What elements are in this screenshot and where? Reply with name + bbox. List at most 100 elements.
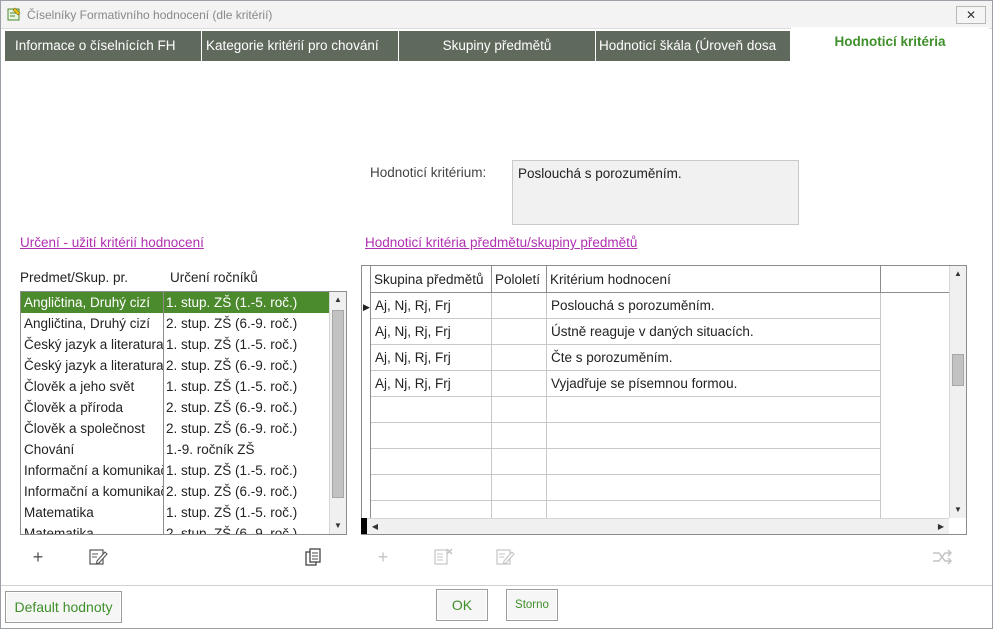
scroll-thumb[interactable] <box>952 354 964 386</box>
table-row-empty <box>371 423 881 449</box>
list-item-grades: 1. stup. ZŠ (1.-5. roč.) <box>166 295 298 310</box>
usage-list[interactable]: Angličtina, Druhý cizí 1. stup. ZŠ (1.-5… <box>20 291 347 535</box>
grid-horizontal-scrollbar[interactable]: ◀ ▶ <box>367 518 949 534</box>
list-item-subject: Chování <box>24 442 75 457</box>
list-item[interactable]: Matematika 1. stup. ZŠ (1.-5. roč.) <box>21 502 329 523</box>
table-row-empty <box>371 449 881 475</box>
ok-button[interactable]: OK <box>436 589 488 621</box>
cell-semester[interactable] <box>492 371 547 397</box>
criteria-grid[interactable]: Skupina předmětů Pololetí Kritérium hodn… <box>361 265 967 535</box>
list-item-subject: Člověk a příroda <box>24 400 124 415</box>
list-item-grades: 2. stup. ZŠ (6.-9. roč.) <box>166 316 298 331</box>
grid-corner-marker <box>361 518 367 534</box>
cell-criterion[interactable]: Vyjadřuje se písemnou formou. <box>547 371 881 397</box>
edit-icon[interactable] <box>494 546 516 568</box>
column-header-subject-group[interactable]: Skupina předmětů <box>371 266 492 293</box>
tab-rating-criteria[interactable]: Hodnoticí kritéria <box>791 27 989 57</box>
cell-semester[interactable] <box>492 319 547 345</box>
list-item-grades: 2. stup. ZŠ (6.-9. roč.) <box>166 421 298 436</box>
delete-record-icon[interactable] <box>432 546 454 568</box>
list-item-grades: 1. stup. ZŠ (1.-5. roč.) <box>166 337 298 352</box>
tab-label: Informace o číselnících FH <box>15 38 176 53</box>
cell-subject-group[interactable]: Aj, Nj, Rj, Frj <box>371 319 492 345</box>
list-item[interactable]: Informační a komunikační 2. stup. ZŠ (6.… <box>21 481 329 502</box>
table-row[interactable]: Aj, Nj, Rj, Frj Vyjadřuje se písemnou fo… <box>371 371 881 397</box>
tab-label: Kategorie kritérií pro chování <box>206 38 379 53</box>
list-item-subject: Angličtina, Druhý cizí <box>24 295 151 310</box>
add-icon[interactable]: + <box>27 546 49 568</box>
tab-strip: Informace o číselnících FH Kategorie kri… <box>5 27 989 61</box>
list-item[interactable]: Chování 1.-9. ročník ZŠ <box>21 439 329 460</box>
list-item-subject: Angličtina, Druhý cizí <box>24 316 151 331</box>
cell-semester[interactable] <box>492 293 547 319</box>
cell-semester[interactable] <box>492 345 547 371</box>
cell-subject-group[interactable]: Aj, Nj, Rj, Frj <box>371 293 492 319</box>
list-item-subject: Informační a komunikační <box>24 463 164 478</box>
empty-cell <box>547 397 881 423</box>
list-item-grades: 2. stup. ZŠ (6.-9. roč.) <box>166 400 298 415</box>
scroll-thumb[interactable] <box>332 310 344 498</box>
empty-cell <box>492 449 547 475</box>
main-window: Číselníky Formativního hodnocení (dle kr… <box>0 0 993 629</box>
column-header-empty <box>881 266 951 293</box>
cancel-button[interactable]: Storno <box>506 589 558 621</box>
criterion-field[interactable]: Poslouchá s porozuměním. <box>512 160 799 225</box>
add-icon[interactable]: + <box>372 546 394 568</box>
list-item[interactable]: Informační a komunikační 1. stup. ZŠ (1.… <box>21 460 329 481</box>
table-row[interactable]: Aj, Nj, Rj, Frj Poslouchá s porozuměním. <box>371 293 881 319</box>
edit-icon[interactable] <box>87 546 109 568</box>
footer-separator <box>1 585 992 586</box>
cell-subject-group[interactable]: Aj, Nj, Rj, Frj <box>371 345 492 371</box>
column-header-criterion[interactable]: Kritérium hodnocení <box>547 266 881 293</box>
list-item[interactable]: Člověk a jeho svět 1. stup. ZŠ (1.-5. ro… <box>21 376 329 397</box>
scroll-up-arrow-icon[interactable]: ▲ <box>950 266 966 282</box>
cell-criterion[interactable]: Čte s porozuměním. <box>547 345 881 371</box>
table-row-empty <box>371 397 881 423</box>
shuffle-icon[interactable] <box>931 546 953 568</box>
column-divider <box>163 292 164 534</box>
list-item[interactable]: Český jazyk a literatura 1. stup. ZŠ (1.… <box>21 334 329 355</box>
default-values-button[interactable]: Default hodnoty <box>5 591 122 623</box>
column-header-semester[interactable]: Pololetí <box>492 266 547 293</box>
list-item[interactable]: Český jazyk a literatura 2. stup. ZŠ (6.… <box>21 355 329 376</box>
tab-behavior-categories[interactable]: Kategorie kritérií pro chování <box>202 31 398 61</box>
close-button[interactable]: ✕ <box>956 6 986 24</box>
empty-cell <box>371 397 492 423</box>
empty-cell <box>371 449 492 475</box>
tab-rating-scale[interactable]: Hodnoticí škála (Úroveň dosa <box>596 31 790 61</box>
empty-cell <box>547 449 881 475</box>
list-item[interactable]: Matematika 2. stup. ZŠ (6.-9. roč.) <box>21 523 329 534</box>
empty-cell <box>547 423 881 449</box>
empty-cell <box>492 475 547 501</box>
scroll-right-arrow-icon[interactable]: ▶ <box>933 519 949 535</box>
cell-criterion[interactable]: Ústně reaguje v daných situacích. <box>547 319 881 345</box>
scroll-up-arrow-icon[interactable]: ▲ <box>330 292 346 308</box>
list-item-subject: Informační a komunikační <box>24 484 164 499</box>
copy-icon[interactable] <box>303 546 325 568</box>
column-header-subject: Predmet/Skup. pr. <box>20 270 129 285</box>
left-list-scrollbar[interactable]: ▲ ▼ <box>329 292 346 534</box>
scroll-left-arrow-icon[interactable]: ◀ <box>367 519 383 535</box>
tab-info[interactable]: Informace o číselnících FH <box>5 31 201 61</box>
cell-criterion[interactable]: Poslouchá s porozuměním. <box>547 293 881 319</box>
window-title: Číselníky Formativního hodnocení (dle kr… <box>27 8 273 22</box>
cell-subject-group[interactable]: Aj, Nj, Rj, Frj <box>371 371 492 397</box>
scroll-down-arrow-icon[interactable]: ▼ <box>330 518 346 534</box>
list-item[interactable]: Angličtina, Druhý cizí 1. stup. ZŠ (1.-5… <box>21 292 329 313</box>
subject-criteria-link[interactable]: Hodnoticí kritéria předmětu/skupiny před… <box>365 235 637 250</box>
list-item[interactable]: Člověk a příroda 2. stup. ZŠ (6.-9. roč.… <box>21 397 329 418</box>
grid-vertical-scrollbar[interactable]: ▲ ▼ <box>949 266 966 518</box>
table-row[interactable]: Aj, Nj, Rj, Frj Čte s porozuměním. <box>371 345 881 371</box>
tab-subject-groups[interactable]: Skupiny předmětů <box>399 31 595 61</box>
table-row-empty <box>371 501 881 527</box>
column-header-grades: Určení ročníků <box>170 270 258 285</box>
table-row[interactable]: Aj, Nj, Rj, Frj Ústně reaguje v daných s… <box>371 319 881 345</box>
title-bar: Číselníky Formativního hodnocení (dle kr… <box>1 1 992 29</box>
list-item-grades: 2. stup. ZŠ (6.-9. roč.) <box>166 358 298 373</box>
list-item[interactable]: Člověk a společnost 2. stup. ZŠ (6.-9. r… <box>21 418 329 439</box>
scroll-down-arrow-icon[interactable]: ▼ <box>950 502 966 518</box>
usage-link[interactable]: Určení - užití kritérií hodnocení <box>20 235 204 250</box>
current-row-marker-icon: ▶ <box>363 302 370 312</box>
list-item-subject: Matematika <box>24 505 94 520</box>
list-item[interactable]: Angličtina, Druhý cizí 2. stup. ZŠ (6.-9… <box>21 313 329 334</box>
